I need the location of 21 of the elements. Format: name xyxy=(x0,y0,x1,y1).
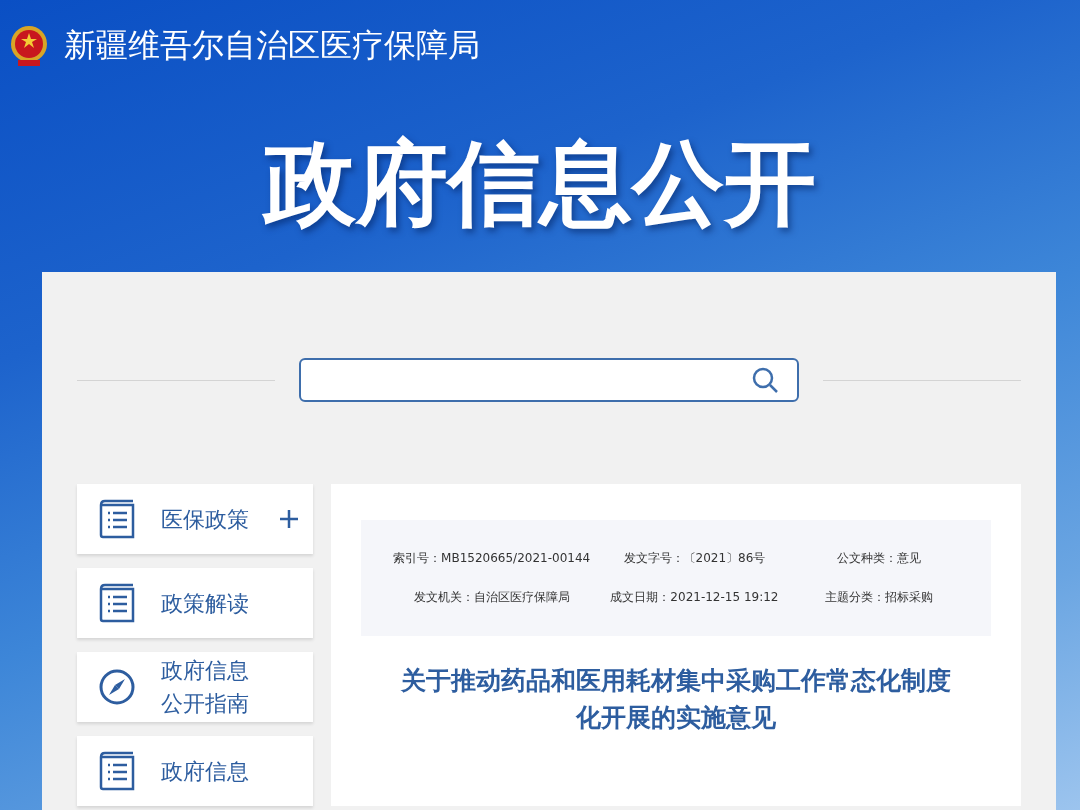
metadata-field: 公文种类：意见 xyxy=(836,550,921,567)
document-title: 关于推动药品和医用耗材集中采购工作常态化制度化开展的实施意见 xyxy=(400,665,952,734)
metadata-field: 成文日期：2021-12-15 19:12 xyxy=(610,589,779,606)
sidebar-item[interactable]: 医保政策 xyxy=(77,484,313,554)
emblem-icon xyxy=(8,24,50,68)
metadata-field: 发文机关：自治区医疗保障局 xyxy=(413,589,570,606)
search-field[interactable] xyxy=(299,358,799,402)
banner-title: 政府信息公开 xyxy=(261,129,817,239)
sidebar-item[interactable]: 政府信息 xyxy=(77,736,313,806)
plus-icon[interactable] xyxy=(279,509,299,529)
sidebar-item[interactable]: 政策解读 xyxy=(77,568,313,638)
list-book-icon xyxy=(99,751,135,791)
list-book-icon xyxy=(99,499,135,539)
search-icon[interactable] xyxy=(751,366,779,394)
metadata-field: 索引号：MB1520665/2021-00144 xyxy=(393,550,591,567)
site-name: 新疆维吾尔自治区医疗保障局 xyxy=(64,25,480,66)
metadata-field: 发文字号：〔2021〕86号 xyxy=(623,550,766,567)
metadata-field: 主题分类：招标采购 xyxy=(824,589,933,606)
compass-icon xyxy=(99,669,135,705)
list-book-icon xyxy=(99,583,135,623)
sidebar-item[interactable]: 政府信息公开指南 xyxy=(77,652,313,722)
